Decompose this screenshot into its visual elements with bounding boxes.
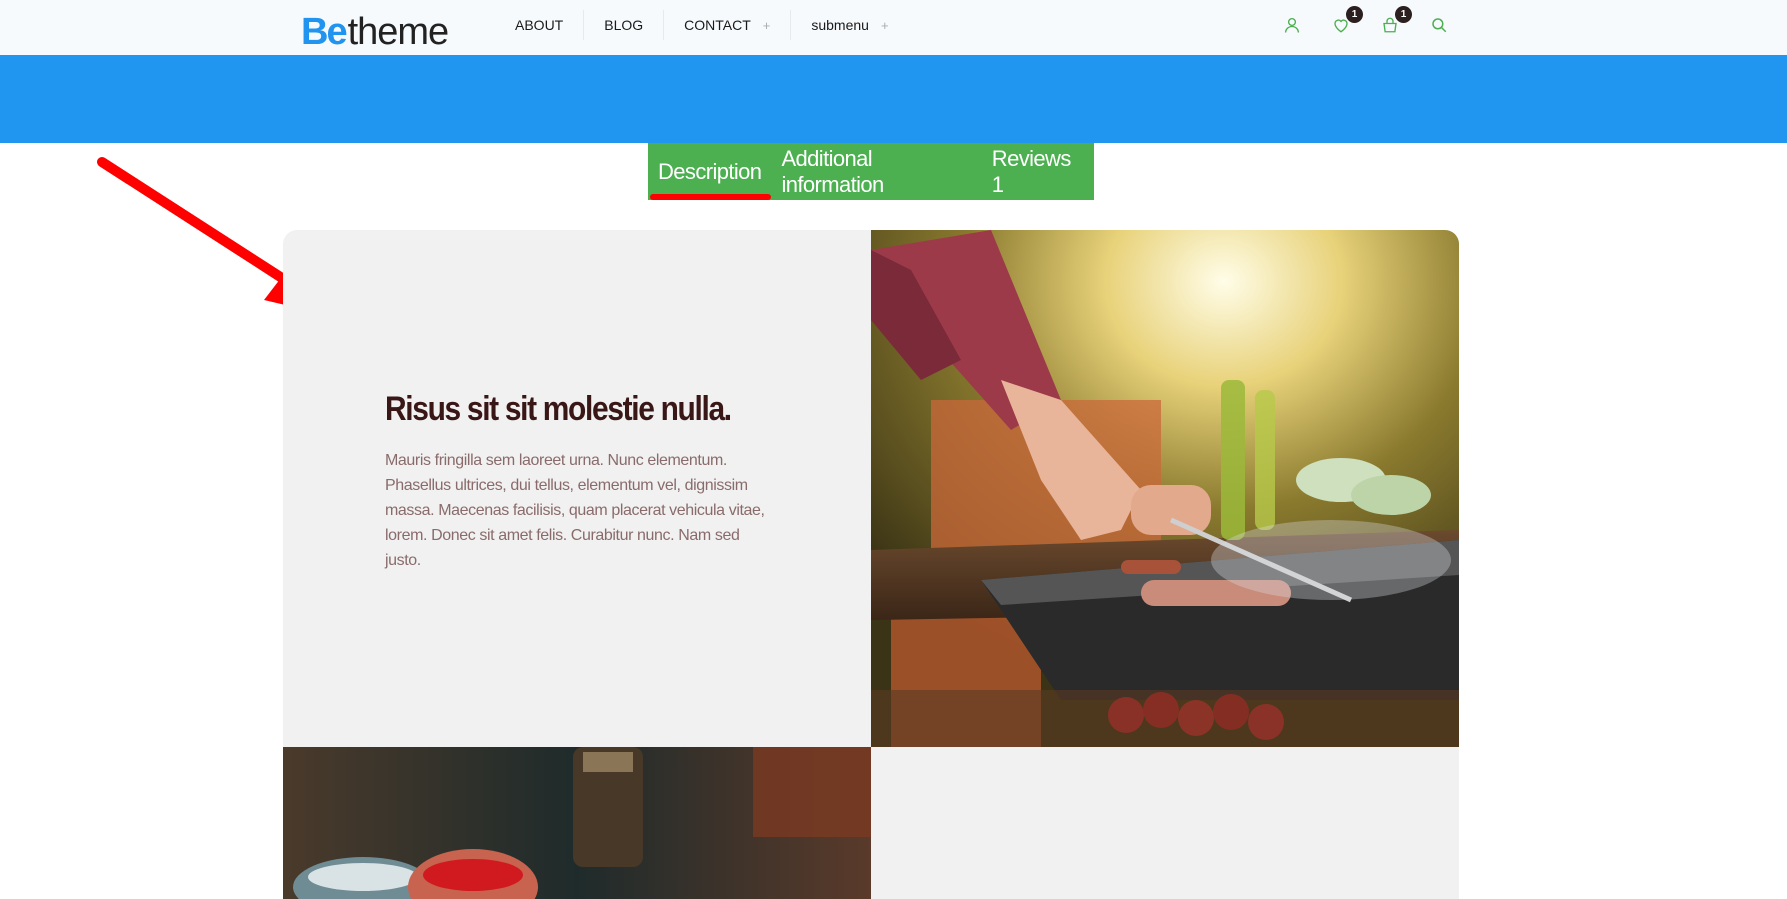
nav-label: BLOG bbox=[604, 17, 644, 33]
description-content: Risus sit sit molestie nulla. Mauris fri… bbox=[283, 230, 1459, 899]
main-nav: ABOUT BLOG CONTACT + submenu + bbox=[495, 10, 909, 40]
spices-image bbox=[283, 747, 871, 899]
search-icon[interactable] bbox=[1427, 13, 1451, 37]
user-icon[interactable] bbox=[1280, 13, 1304, 37]
tab-label: Description bbox=[658, 158, 762, 184]
nav-item-submenu[interactable]: submenu + bbox=[791, 10, 908, 40]
logo-be: Be bbox=[301, 11, 348, 53]
logo-theme: theme bbox=[347, 11, 450, 53]
product-tabs: Description Additional information Revie… bbox=[648, 143, 1094, 200]
content-heading: Risus sit sit molestie nulla. bbox=[385, 390, 732, 428]
content-body: Mauris fringilla sem laoreet urna. Nunc … bbox=[385, 452, 765, 569]
wishlist-count-badge: 1 bbox=[1346, 6, 1363, 23]
tab-label: Reviews 1 bbox=[991, 145, 1072, 197]
nav-item-about[interactable]: ABOUT bbox=[495, 10, 585, 40]
page-banner bbox=[0, 55, 1787, 143]
tab-description[interactable]: Description bbox=[648, 143, 772, 200]
header-actions: 1 1 bbox=[1280, 6, 1476, 38]
heart-icon[interactable]: 1 bbox=[1329, 6, 1363, 37]
nav-label: ABOUT bbox=[515, 17, 564, 33]
bag-icon[interactable]: 1 bbox=[1378, 6, 1412, 37]
tab-reviews[interactable]: Reviews 1 bbox=[982, 143, 1094, 200]
plus-icon: + bbox=[880, 17, 889, 33]
text-panel: Risus sit sit molestie nulla. Mauris fri… bbox=[283, 230, 871, 747]
empty-panel bbox=[871, 747, 1459, 899]
tab-label: Additional information bbox=[781, 145, 884, 197]
site-logo[interactable]: Be theme bbox=[301, 11, 450, 53]
tab-additional-information[interactable]: Additional information bbox=[771, 143, 981, 200]
nav-item-contact[interactable]: CONTACT + bbox=[664, 10, 792, 40]
nav-label: CONTACT bbox=[684, 17, 751, 33]
nav-label: submenu bbox=[811, 17, 869, 33]
cart-count-badge: 1 bbox=[1395, 6, 1412, 23]
nav-item-blog[interactable]: BLOG bbox=[584, 10, 665, 40]
barbecue-image bbox=[871, 230, 1459, 747]
plus-icon: + bbox=[762, 17, 771, 33]
active-tab-indicator bbox=[650, 194, 772, 200]
site-header: Be theme ABOUT BLOG CONTACT + submenu + bbox=[0, 0, 1787, 55]
